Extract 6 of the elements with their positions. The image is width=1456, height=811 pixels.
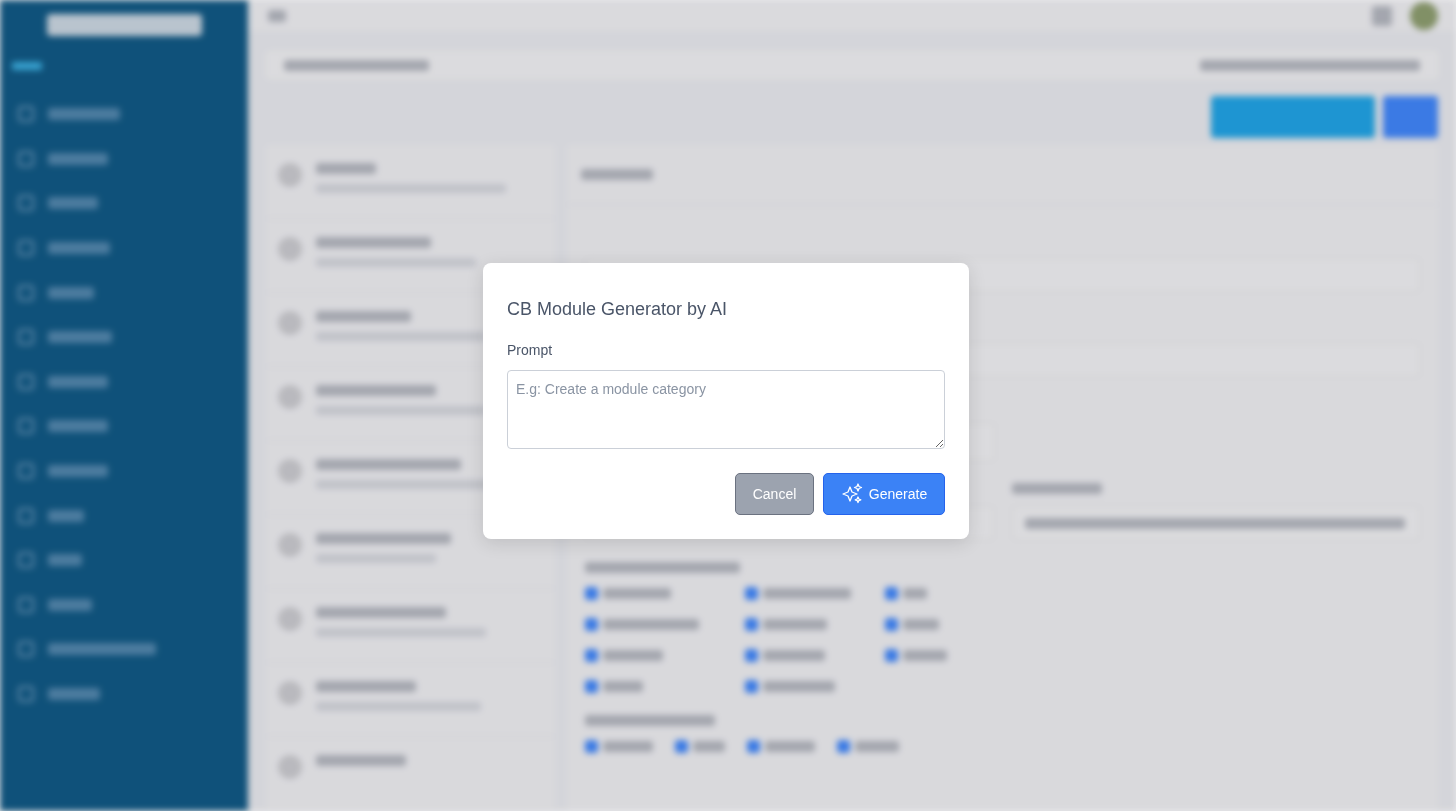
field-label: Prompt [507,342,554,358]
cancel-button[interactable]: Cancel [735,473,814,515]
sparkle-icon [840,483,863,505]
prompt-field[interactable]: E.g: Create a module category [507,370,945,449]
generate-button[interactable]: Generate [823,473,945,515]
dialog-title: CB Module Generator by AI [507,299,729,320]
